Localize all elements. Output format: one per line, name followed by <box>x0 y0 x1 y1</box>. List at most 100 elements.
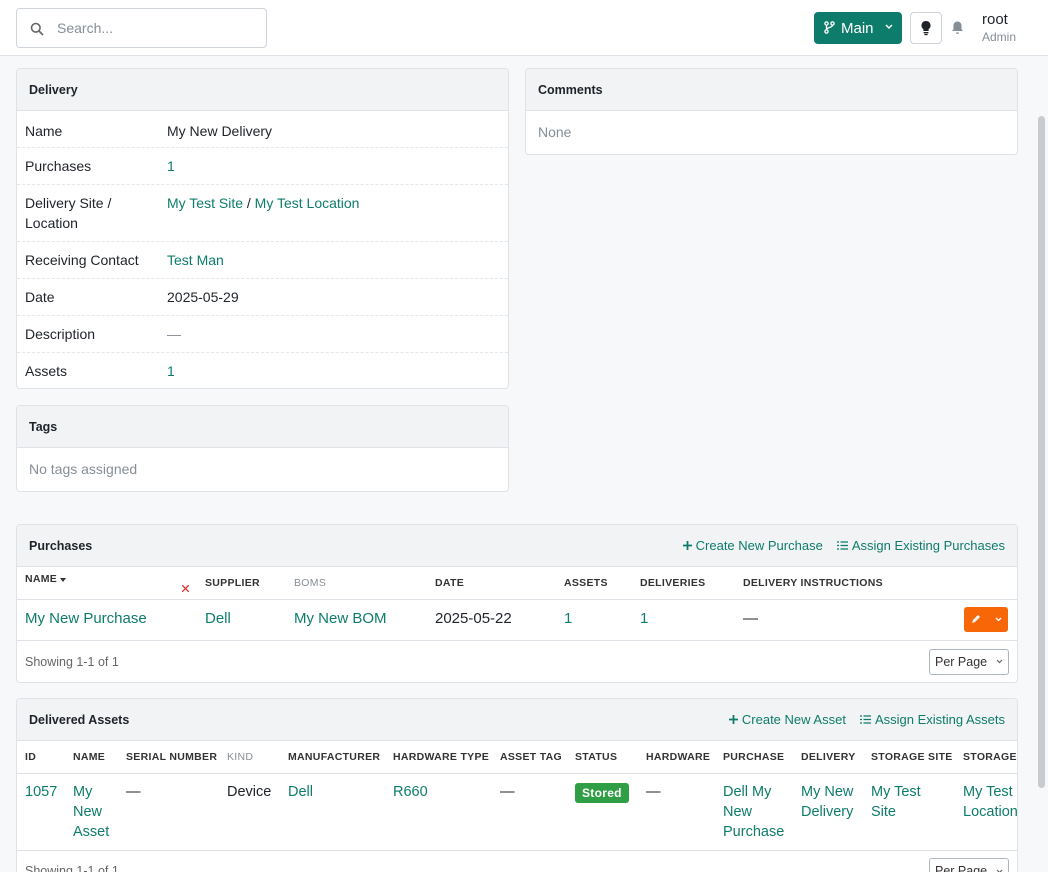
create-asset-label: Create New Asset <box>741 712 846 727</box>
purchases-count-link[interactable]: 1 <box>167 158 175 174</box>
list-icon <box>836 541 848 550</box>
per-page-select[interactable]: Per Page <box>929 858 1009 872</box>
kind-value: Device <box>227 783 272 800</box>
search-icon <box>30 22 44 36</box>
storage-site-link[interactable]: My Test Site <box>871 784 921 820</box>
column-header[interactable]: NAME <box>65 741 118 774</box>
column-header[interactable]: ASSET TAG <box>492 741 567 774</box>
supplier-link[interactable]: Dell <box>205 610 231 627</box>
field-site-location: Delivery Site / Location My Test Site / … <box>17 185 508 242</box>
column-header[interactable]: STORAGE <box>955 741 1017 774</box>
bell-icon[interactable] <box>951 20 964 35</box>
delivery-link[interactable]: My New Delivery <box>801 784 853 820</box>
status-badge: Stored <box>575 782 629 803</box>
branch-button[interactable]: Main <box>814 12 902 44</box>
field-assets: Assets 1 <box>17 353 508 388</box>
manufacturer-link[interactable]: Dell <box>288 784 313 800</box>
assign-purchases-button[interactable]: Assign Existing Purchases <box>836 538 1005 553</box>
search-input[interactable] <box>57 18 257 38</box>
column-header[interactable]: PURCHASE <box>715 741 793 774</box>
field-name: Name My New Delivery <box>17 111 508 148</box>
field-label: Delivery Site / Location <box>25 195 112 231</box>
column-header[interactable]: HARDWARE <box>638 741 715 774</box>
page-scrollbar[interactable] <box>1038 116 1045 788</box>
column-header[interactable]: DELIVERY INSTRUCTIONS <box>735 567 1017 600</box>
column-header[interactable]: MANUFACTURER <box>280 741 385 774</box>
storage-link[interactable]: My Test Location <box>963 784 1017 820</box>
lightbulb-icon <box>921 20 931 36</box>
purchases-table: NAME SUPPLIER BOMS DATE ASSETS DELIVERIE… <box>17 567 1017 641</box>
site-link[interactable]: My Test Site <box>167 195 243 211</box>
assets-count-link[interactable]: 1 <box>167 363 175 379</box>
field-label: Assets <box>25 363 68 379</box>
delivery-title: Delivery <box>29 82 78 97</box>
separator: / <box>246 195 251 211</box>
create-asset-button[interactable]: Create New Asset <box>728 712 846 727</box>
assign-assets-label: Assign Existing Assets <box>874 712 1005 727</box>
tags-empty: No tags assigned <box>29 461 138 477</box>
chevron-down-icon <box>996 869 1003 872</box>
purchase-name-link[interactable]: My New Purchase <box>25 610 147 627</box>
top-bar: Main root Admin <box>0 0 1048 56</box>
date-value: 2025-05-29 <box>167 289 239 305</box>
table-row: 1057 My New Asset — Device Dell R660 — S… <box>17 773 1017 850</box>
list-icon <box>859 715 871 724</box>
contact-link[interactable]: Test Man <box>167 252 224 268</box>
purchases-card: Purchases Create New Purchase Assign Exi… <box>16 524 1018 683</box>
column-header[interactable]: STORAGE SITE <box>863 741 955 774</box>
description-value: — <box>167 326 181 342</box>
column-header[interactable]: HARDWARE TYPE <box>385 741 492 774</box>
column-header[interactable]: NAME <box>17 567 197 600</box>
field-label: Name <box>25 123 63 139</box>
bom-link[interactable]: My New BOM <box>294 610 387 627</box>
column-header[interactable]: DATE <box>427 567 556 600</box>
tags-title: Tags <box>29 419 58 434</box>
column-header[interactable]: DELIVERY <box>793 741 863 774</box>
chevron-down-icon <box>885 24 893 30</box>
pagination-summary: Showing 1-1 of 1 <box>25 654 119 669</box>
plus-icon <box>682 541 692 550</box>
search-box[interactable] <box>16 8 267 48</box>
pagination-summary: Showing 1-1 of 1 <box>25 864 119 872</box>
field-label: Description <box>25 326 96 342</box>
per-page-select[interactable]: Per Page <box>929 648 1009 675</box>
column-header: BOMS <box>286 567 427 600</box>
tags-card: Tags No tags assigned <box>16 405 509 492</box>
row-actions <box>964 607 1008 632</box>
column-header[interactable]: ASSETS <box>556 567 632 600</box>
comments-card: Comments None <box>525 68 1018 155</box>
column-header[interactable]: ID <box>17 741 65 774</box>
assets-table: ID NAME SERIAL NUMBER KIND MANUFACTURER … <box>17 741 1017 850</box>
column-header[interactable]: SUPPLIER <box>197 567 286 600</box>
edit-icon[interactable] <box>971 614 981 624</box>
assign-purchases-label: Assign Existing Purchases <box>851 538 1005 553</box>
asset-id-link[interactable]: 1057 <box>25 784 57 800</box>
assign-assets-button[interactable]: Assign Existing Assets <box>859 712 1005 727</box>
asset-tag-value: — <box>500 783 515 800</box>
clear-sort-icon[interactable] <box>182 585 189 593</box>
assets-title: Delivered Assets <box>29 712 130 727</box>
plus-icon <box>728 715 738 724</box>
field-date: Date 2025-05-29 <box>17 279 508 316</box>
comments-value: None <box>538 124 572 140</box>
asset-name-link[interactable]: My New Asset <box>73 784 109 840</box>
column-header[interactable]: DELIVERIES <box>632 567 735 600</box>
chevron-down-icon[interactable] <box>995 617 1002 622</box>
location-link[interactable]: My Test Location <box>255 195 360 211</box>
column-header[interactable]: STATUS <box>567 741 638 774</box>
branch-icon <box>824 21 835 34</box>
user-menu[interactable]: root Admin <box>982 12 1016 43</box>
purchase-date: 2025-05-22 <box>435 609 512 627</box>
column-header[interactable]: SERIAL NUMBER <box>118 741 219 774</box>
hardware-type-link[interactable]: R660 <box>393 784 428 800</box>
create-purchase-label: Create New Purchase <box>695 538 823 553</box>
field-label: Receiving Contact <box>25 252 139 268</box>
create-purchase-button[interactable]: Create New Purchase <box>682 538 823 553</box>
serial-value: — <box>126 783 141 800</box>
theme-toggle-button[interactable] <box>910 12 942 44</box>
purchase-link[interactable]: Dell My New Purchase <box>723 784 784 840</box>
assets-link[interactable]: 1 <box>564 610 572 627</box>
assets-card: Delivered Assets Create New Asset Assign… <box>16 698 1018 872</box>
deliveries-link[interactable]: 1 <box>640 610 648 627</box>
user-name: root <box>982 11 1008 28</box>
